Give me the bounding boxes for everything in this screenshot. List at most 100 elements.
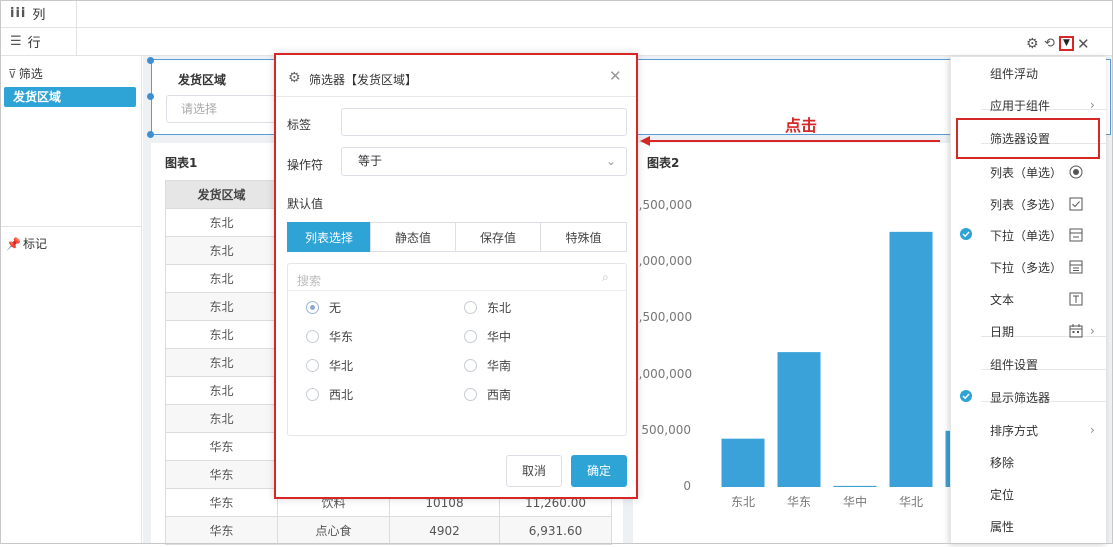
table-cell: 6,931.60	[499, 516, 612, 545]
tab-special-value[interactable]: 特殊值	[540, 222, 627, 252]
menu-item-label: 文本	[990, 292, 1015, 307]
table-cell: 东北	[165, 236, 278, 265]
dropdown-icon	[1069, 228, 1083, 242]
search-input[interactable]: 搜索	[297, 272, 321, 289]
option-radio[interactable]: 无	[306, 299, 341, 316]
table-header: 发货区域	[165, 180, 278, 209]
columns-label: 列	[32, 8, 46, 23]
table-cell: 东北	[165, 208, 278, 237]
menu-item[interactable]: 列表（单选）	[951, 158, 1107, 186]
option-label: 华中	[487, 330, 512, 344]
menu-item-label: 显示筛选器	[990, 390, 1051, 405]
refresh-icon[interactable]: ⟲	[1044, 36, 1055, 51]
tag-input[interactable]	[341, 108, 627, 136]
menu-item[interactable]: 组件浮动	[951, 59, 1107, 87]
menu-item[interactable]: 下拉（多选）	[951, 253, 1107, 281]
option-label: 西北	[329, 388, 354, 402]
menu-item[interactable]: 移除	[951, 448, 1107, 476]
y-tick-label: 0	[683, 479, 691, 493]
bar-chart: 2,500,000 2,000,000 1,500,000 1,000,000 500,…	[631, 143, 989, 544]
bar[interactable]	[889, 231, 933, 487]
settings-icon[interactable]: ⚙	[1026, 36, 1039, 52]
chevron-right-icon: ›	[1090, 423, 1095, 437]
table-cell: 东北	[165, 292, 278, 321]
menu-item[interactable]: 排序方式 ›	[951, 416, 1107, 444]
menu-item-label: 移除	[990, 455, 1015, 470]
y-tick-label: 2,000,000	[631, 254, 693, 269]
table-widget-title: 图表1	[165, 156, 198, 170]
pin-icon: 📌	[6, 236, 21, 251]
y-tick-label: 2,500,000	[631, 198, 693, 212]
option-radio[interactable]: 华南	[464, 357, 511, 374]
dropdown-multi-icon	[1069, 260, 1083, 274]
menu-item-label: 列表（多选）	[990, 197, 1063, 212]
filter-chip[interactable]: 发货区域	[4, 87, 136, 107]
menu-item[interactable]: 组件设置	[951, 350, 1107, 378]
radio-icon	[306, 330, 319, 343]
option-label: 无	[329, 301, 342, 315]
dialog-close-icon[interactable]: ✕	[609, 67, 622, 85]
menu-item[interactable]: 定位	[951, 480, 1107, 508]
table-cell: 4902	[389, 516, 500, 545]
chevron-down-icon: ⌄	[605, 154, 616, 168]
tab-static-value[interactable]: 静态值	[370, 222, 456, 252]
table-cell: 东北	[165, 376, 278, 405]
table-cell: 东北	[165, 348, 278, 377]
option-radio[interactable]: 西北	[306, 386, 353, 403]
table-cell: 点心食	[277, 516, 390, 545]
tab-list-select[interactable]: 列表选择	[287, 222, 371, 252]
menu-item[interactable]: 应用于组件 ›	[951, 91, 1107, 119]
checkbox-icon	[1069, 197, 1083, 211]
marks-section-title: 📌 标记	[6, 236, 47, 252]
dropdown-menu-icon[interactable]: ▼	[1059, 36, 1074, 51]
menu-item[interactable]: 列表（多选）	[951, 190, 1107, 218]
option-radio[interactable]: 西南	[464, 386, 511, 403]
bar[interactable]	[721, 438, 765, 487]
rows-label: 行	[27, 36, 41, 51]
menu-item-label: 列表（单选）	[990, 165, 1063, 180]
bar[interactable]	[777, 352, 821, 487]
radio-icon	[464, 330, 477, 343]
columns-bar[interactable]: iii 列	[0, 0, 1113, 28]
menu-item[interactable]: 文本	[951, 285, 1107, 313]
default-value-label: 默认值	[287, 197, 324, 211]
rows-bar[interactable]: ☰ 行	[0, 28, 1113, 56]
confirm-button[interactable]: 确定	[571, 455, 627, 487]
table-cell: 东北	[165, 320, 278, 349]
option-radio[interactable]: 华北	[306, 357, 353, 374]
table-cell: 华东	[165, 516, 278, 545]
operator-label: 操作符	[287, 158, 324, 172]
menu-item[interactable]: 属性	[951, 512, 1107, 540]
menu-item[interactable]: 日期 ›	[951, 317, 1107, 345]
option-radio[interactable]: 华东	[306, 328, 353, 345]
option-label: 华东	[329, 330, 354, 344]
menu-item-label: 应用于组件	[990, 98, 1051, 113]
table-cell: 华东	[165, 460, 278, 489]
radio-icon	[464, 359, 477, 372]
menu-item[interactable]: 显示筛选器	[951, 383, 1107, 411]
radio-icon	[306, 359, 319, 372]
operator-select[interactable]: 等于 ⌄	[341, 147, 627, 176]
radio-icon	[306, 388, 319, 401]
table-row: 华东 点心食 4902 6,931.60	[165, 516, 612, 545]
table-cell: 东北	[165, 404, 278, 433]
menu-item[interactable]: 下拉（单选）	[951, 221, 1107, 249]
x-tick-label: 东北	[730, 495, 755, 509]
check-icon	[960, 227, 972, 243]
option-radio[interactable]: 华中	[464, 328, 511, 345]
check-icon	[960, 389, 972, 405]
option-label: 华北	[329, 359, 354, 373]
option-label: 西南	[487, 388, 512, 402]
option-radio[interactable]: 东北	[464, 299, 511, 316]
menu-item-label: 组件设置	[990, 357, 1039, 372]
tab-saved-value[interactable]: 保存值	[455, 222, 541, 252]
close-widget-icon[interactable]: ✕	[1077, 35, 1090, 53]
y-tick-label: 1,500,000	[631, 310, 693, 325]
rows-icon: ☰	[10, 34, 22, 49]
filter-select[interactable]: 请选择	[166, 95, 286, 123]
search-icon: ⌕	[602, 270, 609, 284]
option-label: 东北	[487, 301, 512, 315]
cancel-button[interactable]: 取消	[506, 455, 562, 487]
bar[interactable]	[833, 485, 877, 487]
chevron-right-icon: ›	[1090, 98, 1095, 112]
